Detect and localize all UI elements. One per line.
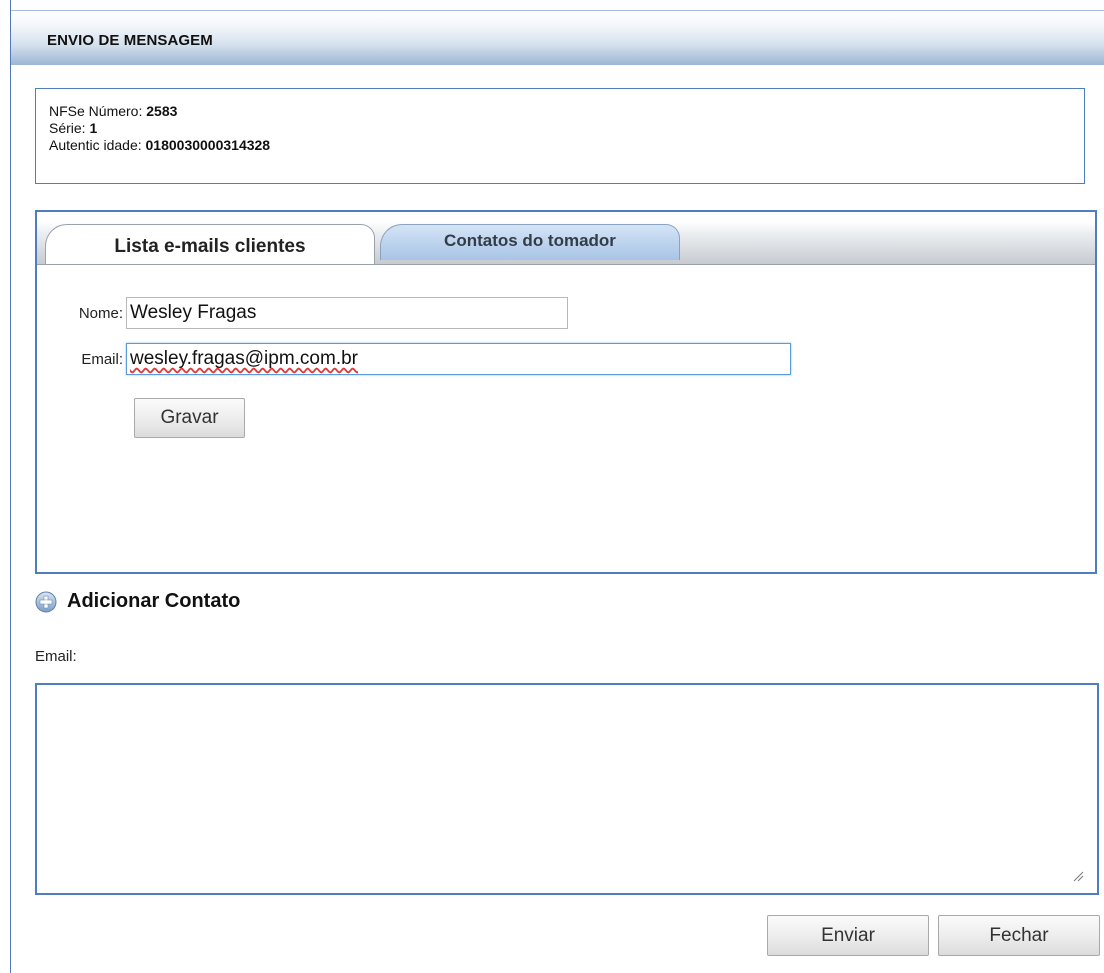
serie-label: Série:	[49, 120, 90, 136]
enviar-button[interactable]: Enviar	[767, 915, 929, 956]
plus-circle-icon	[35, 591, 57, 612]
panel-header: ENVIO DE MENSAGEM	[11, 10, 1104, 65]
nome-row: Nome:	[37, 297, 568, 329]
email-input-value: wesley.fragas@ipm.com.br	[130, 348, 358, 369]
nfse-number-value: 2583	[146, 103, 178, 119]
autenticidade-line: Autentic idade: 0180030000314328	[49, 137, 1084, 154]
message-dialog: ENVIO DE MENSAGEM NFSe Número: 2583 Séri…	[0, 0, 1104, 973]
nfse-info-box: NFSe Número: 2583 Série: 1 Autentic idad…	[35, 88, 1085, 184]
nfse-number-label: NFSe Número:	[49, 103, 147, 119]
nfse-number-line: NFSe Número: 2583	[49, 103, 1084, 120]
left-border	[10, 0, 11, 973]
serie-line: Série: 1	[49, 120, 1084, 137]
email-input[interactable]: wesley.fragas@ipm.com.br	[126, 343, 791, 375]
panel-title: ENVIO DE MENSAGEM	[47, 32, 213, 49]
email-label: Email:	[81, 350, 123, 368]
tab-lista-emails-clientes[interactable]: Lista e-mails clientes	[45, 224, 375, 264]
tab-contatos-do-tomador[interactable]: Contatos do tomador	[380, 224, 680, 260]
resize-grip-icon[interactable]	[1072, 870, 1084, 882]
fechar-button[interactable]: Fechar	[938, 915, 1100, 956]
email-textarea[interactable]	[35, 683, 1099, 895]
contacts-tab-panel: Lista e-mails clientes Contatos do tomad…	[35, 210, 1097, 574]
gravar-button[interactable]: Gravar	[134, 398, 245, 438]
nome-label: Nome:	[78, 304, 123, 322]
autenticidade-label: Autentic idade:	[49, 137, 146, 153]
serie-value: 1	[89, 120, 98, 136]
email-row: Email: wesley.fragas@ipm.com.br	[37, 343, 791, 375]
nome-input[interactable]	[126, 297, 568, 329]
add-contact-link[interactable]: Adicionar Contato	[35, 590, 240, 613]
message-email-label: Email:	[35, 648, 77, 665]
autenticidade-value: 0180030000314328	[145, 137, 271, 153]
tab-strip: Lista e-mails clientes Contatos do tomad…	[37, 212, 1095, 265]
add-contact-label: Adicionar Contato	[67, 590, 241, 612]
